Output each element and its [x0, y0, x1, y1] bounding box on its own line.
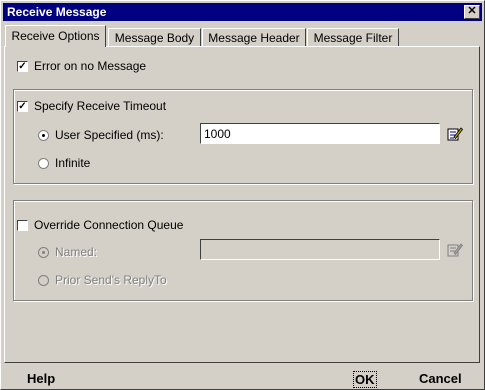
- edit-pencil-icon[interactable]: [447, 126, 463, 142]
- error-on-no-message-checkbox[interactable]: ✓: [17, 61, 28, 72]
- specify-timeout-checkbox[interactable]: ✓: [17, 101, 28, 112]
- specify-timeout-label: Specify Receive Timeout: [34, 99, 167, 113]
- title-bar: Receive Message ✕: [3, 3, 482, 21]
- close-button[interactable]: ✕: [464, 5, 480, 19]
- named-label: Named:: [55, 245, 98, 259]
- tab-receive-options[interactable]: Receive Options: [5, 25, 106, 47]
- ok-button[interactable]: OK: [353, 371, 377, 388]
- user-specified-label: User Specified (ms):: [55, 128, 164, 142]
- reply-to-label: Prior Send's ReplyTo: [55, 273, 167, 287]
- cancel-button[interactable]: Cancel: [419, 371, 462, 386]
- button-bar: Help OK Cancel: [1, 367, 484, 389]
- named-radio[interactable]: [38, 247, 49, 258]
- tab-message-header[interactable]: Message Header: [202, 28, 306, 46]
- named-queue-input[interactable]: [200, 239, 440, 260]
- reply-to-radio[interactable]: [38, 275, 49, 286]
- edit-pencil-icon-disabled[interactable]: [447, 242, 463, 258]
- help-button[interactable]: Help: [27, 371, 55, 386]
- error-on-no-message-label: Error on no Message: [34, 59, 147, 73]
- infinite-radio[interactable]: [38, 158, 49, 169]
- timeout-ms-input[interactable]: 1000: [200, 123, 440, 144]
- override-queue-group: Override Connection Queue Named: Prior S…: [13, 200, 473, 301]
- receive-timeout-group: ✓ Specify Receive Timeout User Specified…: [13, 89, 473, 184]
- user-specified-radio[interactable]: [38, 130, 49, 141]
- window-title: Receive Message: [7, 5, 107, 19]
- receive-options-panel: ✓ Error on no Message ✓ Specify Receive …: [4, 46, 480, 363]
- receive-message-dialog: Receive Message ✕ Receive Options Messag…: [0, 0, 485, 390]
- tab-message-filter[interactable]: Message Filter: [307, 28, 399, 46]
- override-queue-checkbox[interactable]: [17, 220, 28, 231]
- infinite-label: Infinite: [55, 156, 91, 170]
- tab-message-body[interactable]: Message Body: [108, 28, 201, 46]
- override-queue-label: Override Connection Queue: [34, 218, 184, 232]
